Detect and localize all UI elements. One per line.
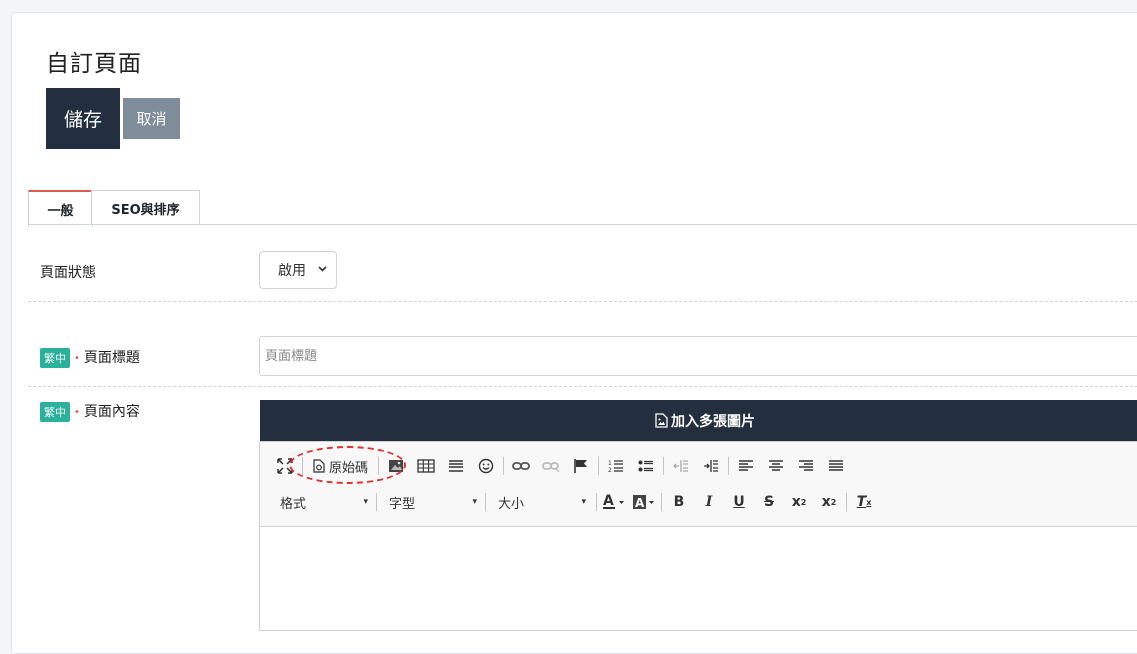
format-dropdown[interactable]: 格式 ▾ — [272, 490, 372, 514]
link-icon[interactable] — [508, 454, 534, 478]
toolbar-separator — [663, 457, 665, 475]
cancel-button[interactable]: 取消 — [123, 98, 180, 139]
maximize-icon[interactable] — [272, 454, 298, 478]
svg-text:A: A — [635, 496, 645, 510]
remove-format-icon[interactable]: Tx — [851, 490, 877, 514]
title-label: 頁面標題 — [83, 350, 140, 366]
toolbar-separator — [503, 457, 505, 475]
title-input[interactable] — [259, 336, 1137, 376]
content-label-group: 繁中 • 頁面內容 — [40, 401, 140, 422]
page-title: 自訂頁面 — [46, 51, 142, 77]
required-dot: • — [74, 352, 80, 364]
align-center-icon[interactable] — [763, 454, 789, 478]
required-dot: • — [74, 406, 80, 418]
image-icon[interactable] — [383, 454, 409, 478]
content-label: 頁面內容 — [83, 404, 140, 420]
size-dropdown-label: 大小 — [498, 496, 525, 512]
strikethrough-icon[interactable]: S — [756, 490, 782, 514]
format-dropdown-label: 格式 — [280, 496, 307, 512]
source-code-label: 原始碼 — [329, 460, 369, 476]
horizontal-line-icon[interactable] — [443, 454, 469, 478]
row-divider — [28, 386, 1137, 387]
save-button[interactable]: 儲存 — [46, 88, 120, 149]
toolbar-separator — [846, 493, 847, 511]
image-file-icon — [655, 413, 668, 428]
toolbar-separator — [485, 493, 486, 511]
toolbar-separator — [661, 493, 662, 511]
underline-icon[interactable]: U — [726, 490, 752, 514]
toolbar-separator — [302, 457, 303, 475]
font-dropdown-label: 字型 — [389, 496, 416, 512]
lang-badge: 繁中 — [40, 348, 70, 368]
superscript-icon[interactable]: x2 — [816, 490, 842, 514]
bold-icon[interactable]: B — [666, 490, 692, 514]
add-multiple-images-button[interactable]: 加入多張圖片 — [260, 400, 1137, 441]
chevron-down-icon: ▾ — [581, 497, 586, 507]
toolbar-row-2: 格式 ▾ 字型 ▾ 大小 ▾ A A B I U S x2 x2 T x — [272, 490, 881, 514]
size-dropdown[interactable]: 大小 ▾ — [490, 490, 590, 514]
chevron-down-icon: ▾ — [472, 497, 477, 507]
status-select-value: 啟用 — [278, 263, 306, 279]
add-multiple-images-label: 加入多張圖片 — [671, 413, 755, 430]
subscript-icon[interactable]: x2 — [786, 490, 812, 514]
tabs-divider — [28, 224, 1137, 225]
source-code-icon — [313, 459, 325, 473]
text-color-icon[interactable]: A — [601, 490, 627, 514]
svg-text:A: A — [603, 493, 614, 509]
font-dropdown[interactable]: 字型 ▾ — [381, 490, 481, 514]
background-color-icon[interactable]: A — [631, 490, 657, 514]
outdent-icon[interactable] — [668, 454, 694, 478]
chevron-down-icon: ▾ — [363, 497, 368, 507]
indent-icon[interactable] — [698, 454, 724, 478]
toolbar-separator — [598, 457, 600, 475]
toolbar-separator — [596, 493, 597, 511]
svg-text:2: 2 — [608, 467, 612, 473]
align-right-icon[interactable] — [793, 454, 819, 478]
source-code-button[interactable]: 原始碼 — [307, 454, 374, 478]
svg-text:1: 1 — [608, 460, 612, 467]
row-divider — [28, 301, 1137, 302]
anchor-flag-icon[interactable] — [568, 454, 594, 478]
tab-seo-sort[interactable]: SEO與排序 — [91, 190, 200, 225]
title-label-group: 繁中 • 頁面標題 — [40, 347, 140, 368]
tab-general[interactable]: 一般 — [28, 190, 93, 227]
toolbar-separator — [376, 493, 377, 511]
align-justify-icon[interactable] — [823, 454, 849, 478]
editor-toolbar: 原始碼 1 2 格式 ▾ 字型 ▾ 大小 ▾ A A B I U S x 2 x… — [260, 442, 1137, 527]
table-icon[interactable] — [413, 454, 439, 478]
lang-badge: 繁中 — [40, 402, 70, 422]
bulleted-list-icon[interactable] — [633, 454, 659, 478]
unlink-icon[interactable] — [538, 454, 564, 478]
italic-icon[interactable]: I — [696, 490, 722, 514]
numbered-list-icon[interactable]: 12 — [603, 454, 629, 478]
status-label: 頁面狀態 — [40, 265, 96, 281]
smiley-icon[interactable] — [473, 454, 499, 478]
chevron-down-icon — [317, 263, 328, 274]
status-select[interactable]: 啟用 — [259, 251, 337, 289]
align-left-icon[interactable] — [733, 454, 759, 478]
toolbar-separator — [728, 457, 730, 475]
toolbar-separator — [378, 457, 380, 475]
toolbar-row-1: 原始碼 1 2 — [272, 454, 853, 478]
rich-text-editor[interactable]: 原始碼 1 2 格式 ▾ 字型 ▾ 大小 ▾ A A B I U S x 2 x… — [259, 441, 1137, 631]
